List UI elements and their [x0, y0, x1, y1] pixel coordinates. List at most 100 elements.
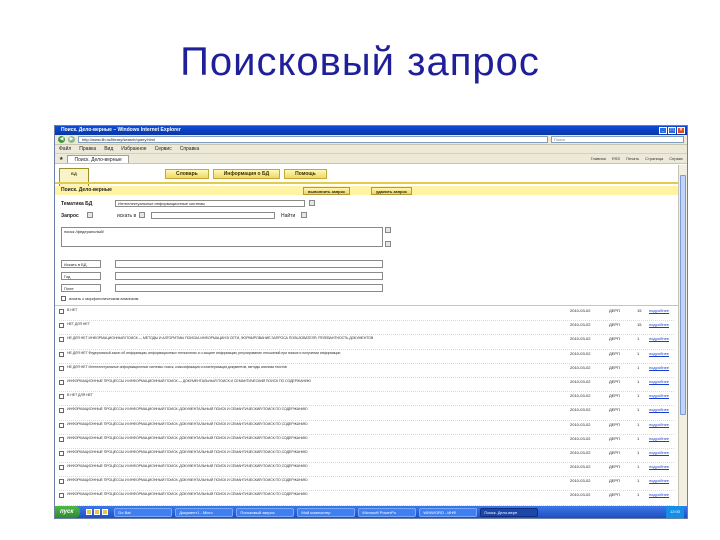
- page-scrollbar[interactable]: [678, 165, 687, 506]
- theme-select[interactable]: Интеллектуальные информационные системы: [115, 200, 305, 207]
- rss-button[interactable]: RSS: [612, 156, 620, 161]
- result-details-link[interactable]: подробнее: [649, 464, 669, 469]
- result-checkbox[interactable]: [59, 436, 64, 442]
- result-details-link[interactable]: подробнее: [649, 450, 669, 455]
- result-checkbox[interactable]: [59, 493, 64, 499]
- browser-window: Поиск. Дело-верные – Windows Internet Ex…: [54, 125, 688, 519]
- tools-menu-button[interactable]: Сервис: [669, 156, 683, 161]
- nav-help[interactable]: Помощь: [284, 169, 327, 179]
- task-button[interactable]: Документ1 - Micro: [175, 507, 234, 517]
- result-details-link[interactable]: подробнее: [649, 492, 669, 497]
- result-checkbox[interactable]: [59, 479, 64, 485]
- address-input[interactable]: http://www.lib.ru/library/search/query.h…: [78, 136, 548, 143]
- window-controls: _ □ ×: [659, 127, 685, 134]
- query-label: Запрос: [61, 213, 79, 219]
- result-count: 1: [637, 364, 640, 370]
- result-details-link[interactable]: подробнее: [649, 379, 669, 384]
- nav-db-info[interactable]: Информация о БД: [212, 169, 281, 179]
- result-details-link[interactable]: подробнее: [649, 351, 669, 356]
- task-button[interactable]: WINWORD - ИНФ: [419, 507, 478, 517]
- task-button[interactable]: Поисковый запрос: [236, 507, 295, 517]
- filter-field-select[interactable]: Поле: [61, 284, 101, 292]
- menu-tools[interactable]: Сервис: [155, 145, 172, 153]
- result-checkbox[interactable]: [59, 379, 64, 385]
- result-checkbox[interactable]: [59, 323, 64, 329]
- task-button-active[interactable]: Поиск. Дело-верн: [480, 507, 539, 517]
- query-scroll-up-icon[interactable]: [385, 227, 391, 233]
- result-details-link[interactable]: подробнее: [649, 393, 669, 398]
- browser-tab[interactable]: Поиск. Дело-верные: [67, 154, 129, 163]
- result-checkbox[interactable]: [59, 450, 64, 456]
- start-button[interactable]: пуск: [55, 506, 81, 518]
- filter-year-input[interactable]: [115, 272, 383, 280]
- menu-help[interactable]: Справка: [180, 145, 200, 153]
- result-date: 2010-03-02: [570, 308, 591, 313]
- task-button[interactable]: Do Bat: [114, 507, 173, 517]
- menu-file[interactable]: Файл: [59, 145, 71, 153]
- result-text: ИНФОРМАЦИОННЫЕ ПРОЦЕССЫ И ИНФОРМАЦИОННЫЙ…: [67, 492, 308, 497]
- maximize-icon[interactable]: □: [668, 127, 676, 134]
- page-scrollbar-thumb[interactable]: [680, 175, 686, 415]
- quick-launch-ie-icon[interactable]: [86, 509, 93, 515]
- menu-view[interactable]: Вид: [104, 145, 113, 153]
- result-row: В НЕТ ДЛЯ НЕТ 2010-03-02 ДЕРП 1 подробнее: [59, 392, 674, 407]
- result-details-link[interactable]: подробнее: [649, 422, 669, 427]
- back-icon[interactable]: ◀: [58, 136, 65, 143]
- quick-launch-media-icon[interactable]: [102, 509, 109, 515]
- result-details-link[interactable]: подробнее: [649, 478, 669, 483]
- result-checkbox[interactable]: [59, 408, 64, 414]
- task-button[interactable]: Microsoft PowerPo: [358, 507, 417, 517]
- result-checkbox[interactable]: [59, 394, 64, 400]
- result-details-link[interactable]: подробнее: [649, 365, 669, 370]
- clear-query-button[interactable]: удалить запрос: [371, 187, 413, 195]
- result-details-link[interactable]: подробнее: [649, 407, 669, 412]
- query-scroll-down-icon[interactable]: [385, 241, 391, 247]
- filter-field-input[interactable]: [115, 284, 383, 292]
- print-button[interactable]: Печать: [626, 156, 639, 161]
- favorites-bar: ★ Поиск. Дело-верные Главная RSS Печать …: [55, 154, 687, 164]
- filter-db-input[interactable]: [115, 260, 383, 268]
- morphology-checkbox[interactable]: [61, 296, 66, 301]
- result-checkbox[interactable]: [59, 309, 64, 314]
- result-checkbox[interactable]: [59, 365, 64, 371]
- favorites-star-icon[interactable]: ★: [59, 156, 63, 162]
- quick-launch-desktop-icon[interactable]: [94, 509, 101, 515]
- result-count: 15: [637, 322, 642, 328]
- nav-dictionary[interactable]: Словарь: [165, 169, 209, 179]
- result-checkbox[interactable]: [59, 422, 64, 428]
- browser-search-input[interactable]: Поиск: [551, 136, 684, 143]
- run-query-button[interactable]: выполнить запрос: [303, 187, 351, 195]
- theme-dropdown-icon[interactable]: [309, 200, 315, 206]
- result-details-link[interactable]: подробнее: [649, 436, 669, 441]
- count-dropdown-icon[interactable]: [301, 212, 307, 218]
- result-row: ИНФОРМАЦИОННЫЕ ПРОЦЕССЫ И ИНФОРМАЦИОННЫЙ…: [59, 491, 674, 506]
- result-date: 2010-03-02: [570, 492, 591, 498]
- result-text: ИНФОРМАЦИОННЫЕ ПРОЦЕССЫ И ИНФОРМАЦИОННЫЙ…: [67, 421, 308, 426]
- result-date: 2010-03-02: [570, 449, 591, 455]
- page-menu-button[interactable]: Страница: [645, 156, 663, 161]
- result-checkbox[interactable]: [59, 351, 64, 357]
- menu-favorites[interactable]: Избранное: [121, 145, 146, 153]
- result-details-link[interactable]: подробнее: [649, 322, 669, 327]
- result-details-link[interactable]: подробнее: [649, 308, 669, 313]
- filter-db-select[interactable]: Искать в БД: [61, 260, 101, 268]
- result-text: В НЕТ ДЛЯ НЕТ: [67, 393, 93, 398]
- query-term-input[interactable]: [151, 212, 275, 219]
- menu-edit[interactable]: Правка: [79, 145, 96, 153]
- result-count: 1: [637, 449, 640, 455]
- forward-icon[interactable]: ▶: [68, 136, 75, 143]
- result-details-link[interactable]: подробнее: [649, 336, 669, 341]
- query-textarea[interactable]: поиск /федеральный/: [61, 227, 383, 247]
- search-in-dropdown-icon[interactable]: [139, 212, 145, 218]
- task-button[interactable]: Мой компьютер: [297, 507, 356, 517]
- minimize-icon[interactable]: _: [659, 127, 667, 134]
- query-operator-dropdown-icon[interactable]: [87, 212, 93, 218]
- home-button[interactable]: Главная: [591, 156, 606, 161]
- result-checkbox[interactable]: [59, 465, 64, 471]
- morphology-label: искать с морфологическим анализом: [69, 296, 139, 301]
- close-icon[interactable]: ×: [677, 127, 685, 134]
- result-row: ИНФОРМАЦИОННЫЕ ПРОЦЕССЫ И ИНФОРМАЦИОННЫЙ…: [59, 477, 674, 492]
- result-checkbox[interactable]: [59, 337, 64, 343]
- result-code: ДЕРП: [609, 421, 620, 427]
- filter-year-select[interactable]: Год: [61, 272, 101, 280]
